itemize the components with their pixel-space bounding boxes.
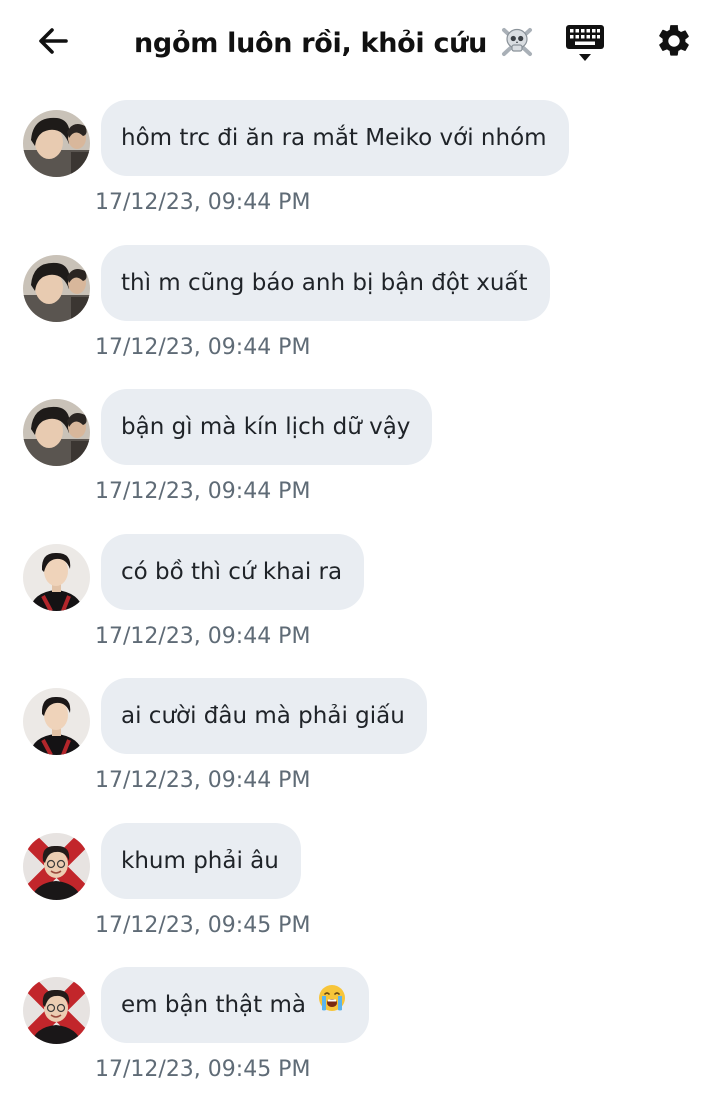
message-bubble[interactable]: thì m cũng báo anh bị bận đột xuất	[101, 244, 550, 321]
message-bubble[interactable]: khum phải âu	[101, 822, 301, 899]
message-row: khum phải âu 17/12/23, 09:45 PM	[0, 822, 719, 968]
message-timestamp: 17/12/23, 09:44 PM	[95, 623, 311, 649]
message-bubble[interactable]: em bận thật mà	[101, 967, 370, 1044]
avatar[interactable]	[23, 688, 90, 755]
message-bubble[interactable]: có bồ thì cứ khai ra	[101, 533, 365, 610]
avatar[interactable]	[23, 399, 90, 466]
message-text: hôm trc đi ăn ra mắt Meiko với nhóm	[121, 125, 547, 151]
message-timestamp: 17/12/23, 09:44 PM	[95, 334, 311, 360]
gear-icon	[659, 25, 689, 56]
message-bubble[interactable]: bận gì mà kín lịch dữ vậy	[101, 389, 433, 465]
message-timestamp: 17/12/23, 09:45 PM	[95, 912, 311, 938]
keyboard-icon	[566, 25, 604, 61]
back-button[interactable]	[34, 22, 72, 60]
settings-button[interactable]	[655, 22, 693, 60]
message-row: bận gì mà kín lịch dữ vậy 17/12/23, 09:4…	[0, 389, 719, 534]
message-timestamp: 17/12/23, 09:44 PM	[95, 479, 311, 504]
message-timestamp: 17/12/23, 09:44 PM	[95, 768, 311, 793]
message-timestamp: 17/12/23, 09:45 PM	[95, 1057, 311, 1082]
message-bubble[interactable]: hôm trc đi ăn ra mắt Meiko với nhóm	[101, 100, 569, 176]
message-row: ai cười đâu mà phải giấu 17/12/23, 09:44…	[0, 678, 719, 823]
message-bubble[interactable]: ai cười đâu mà phải giấu	[101, 678, 427, 754]
avatar[interactable]	[23, 110, 90, 177]
message-text: khum phải âu	[121, 847, 279, 874]
message-text: ai cười đâu mà phải giấu	[121, 703, 405, 729]
loudly-crying-face-icon	[317, 968, 347, 1044]
avatar[interactable]	[23, 543, 90, 611]
arrow-left-icon	[39, 28, 68, 54]
message-row: em bận thật mà 17/12/23, 09:45 PM	[0, 967, 719, 1112]
message-timestamp: 17/12/23, 09:44 PM	[95, 190, 311, 215]
conversation-title-text: ngỏm luôn rồi, khỏi cứu	[134, 28, 487, 59]
message-row: thì m cũng báo anh bị bận đột xuất 17/12…	[0, 244, 719, 390]
avatar[interactable]	[23, 832, 90, 900]
keyboard-toggle-button[interactable]	[565, 22, 605, 64]
message-row: hôm trc đi ăn ra mắt Meiko với nhóm 17/1…	[0, 100, 719, 245]
avatar[interactable]	[23, 254, 90, 322]
message-row: có bồ thì cứ khai ra 17/12/23, 09:44 PM	[0, 533, 719, 679]
conversation-title: ngỏm luôn rồi, khỏi cứu	[134, 24, 534, 65]
top-bar: ngỏm luôn rồi, khỏi cứu	[0, 0, 719, 88]
message-text: bận gì mà kín lịch dữ vậy	[121, 414, 411, 440]
message-list[interactable]: hôm trc đi ăn ra mắt Meiko với nhóm 17/1…	[0, 100, 719, 1112]
avatar[interactable]	[23, 977, 90, 1044]
message-text: em bận thật mà	[121, 992, 306, 1018]
message-text: thì m cũng báo anh bị bận đột xuất	[121, 269, 528, 296]
message-text: có bồ thì cứ khai ra	[121, 558, 343, 585]
skull-crossbones-icon	[500, 24, 534, 65]
